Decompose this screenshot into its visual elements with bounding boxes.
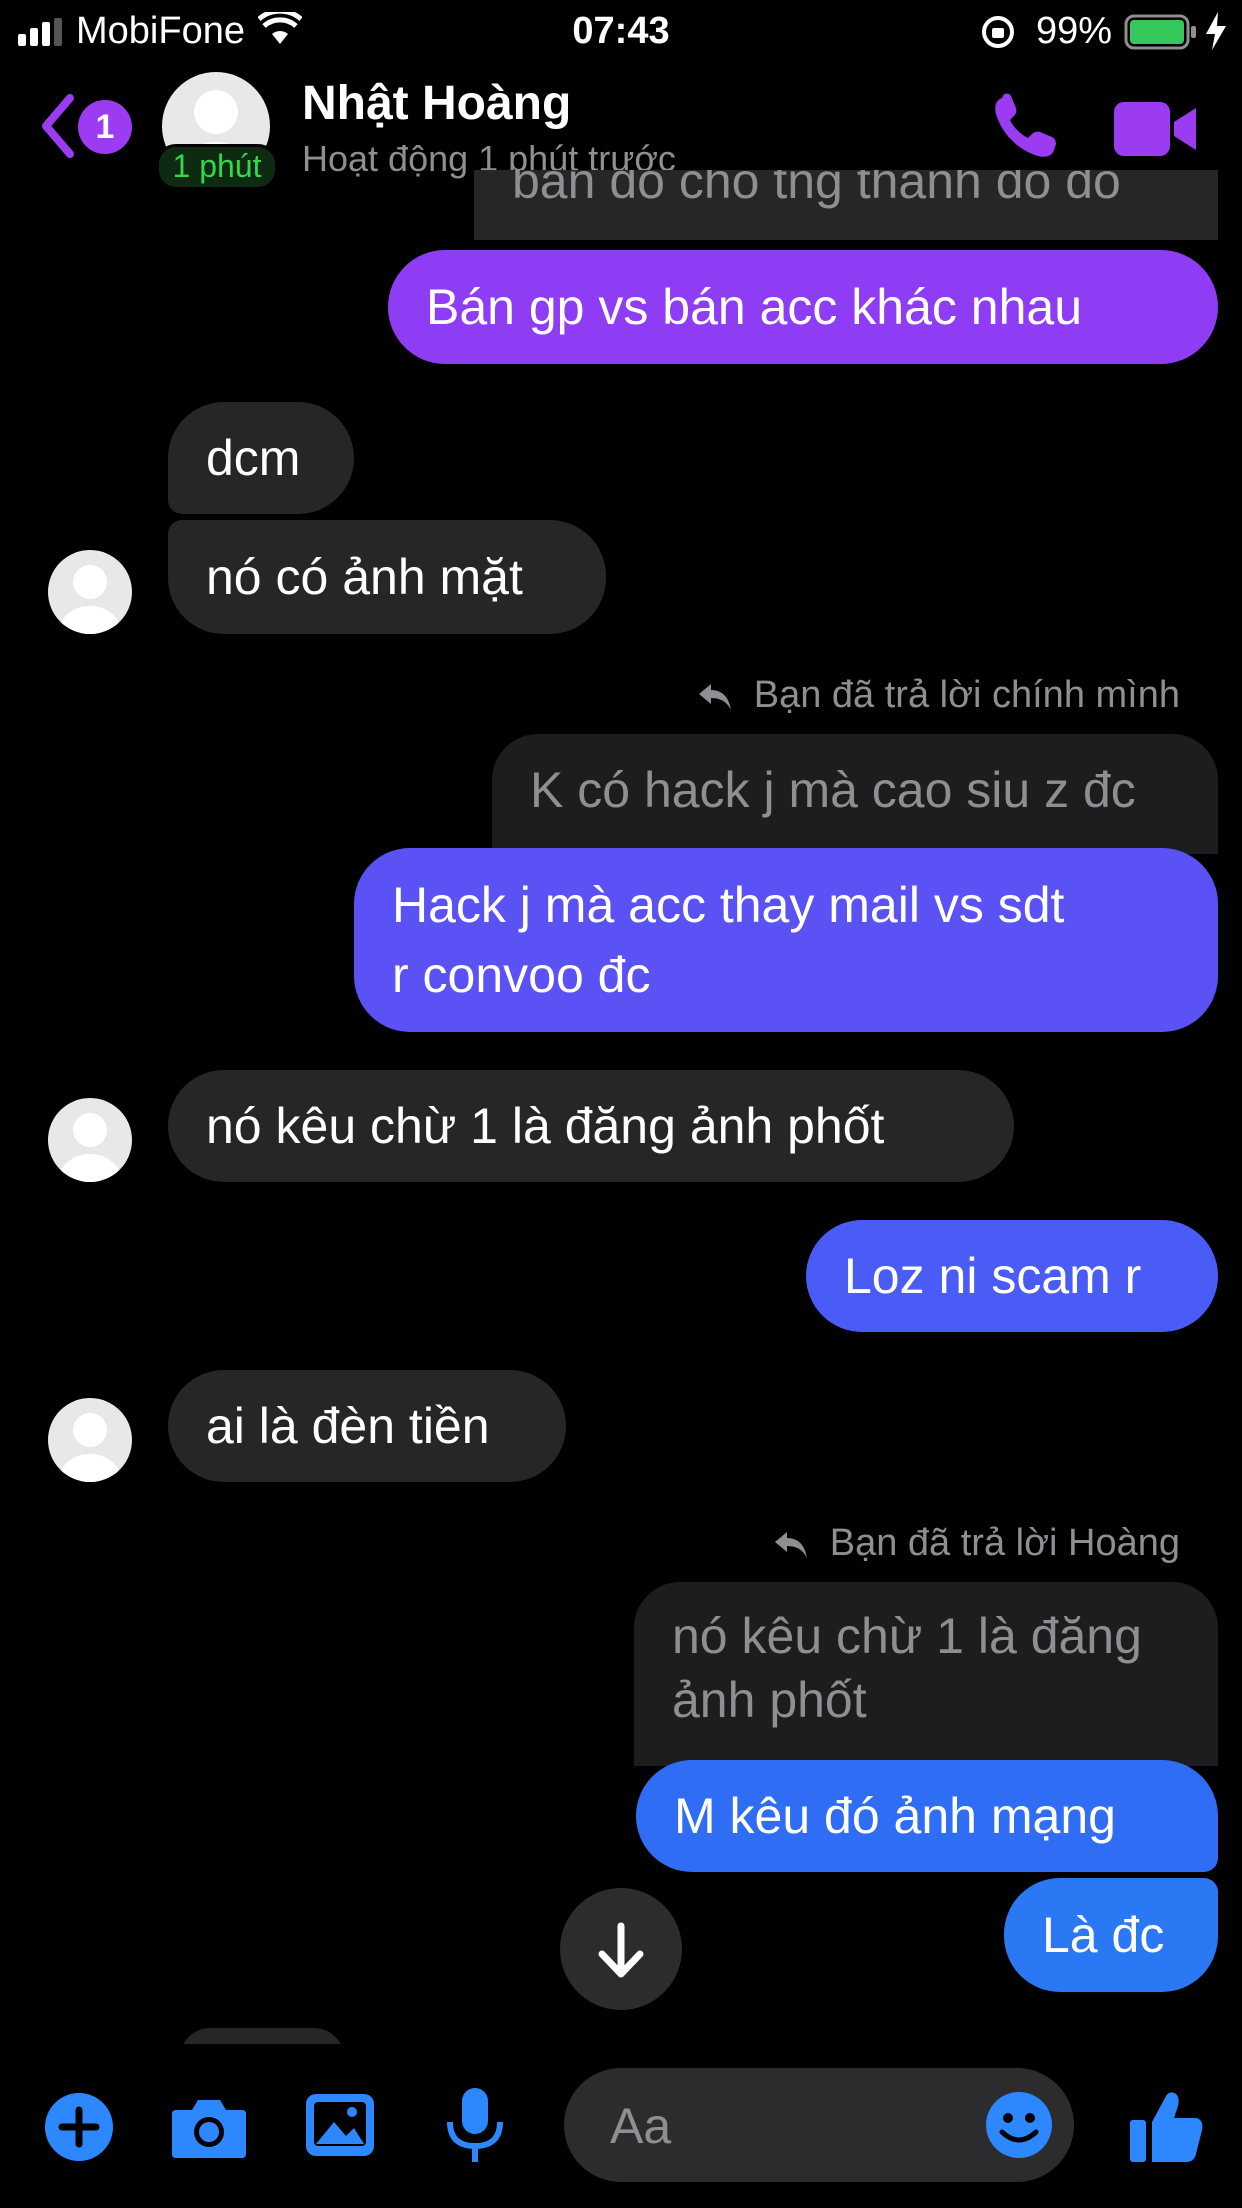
message-incoming[interactable]: dcm bbox=[168, 402, 354, 514]
battery-icon bbox=[1124, 14, 1196, 50]
charging-icon bbox=[1206, 12, 1226, 50]
message-outgoing[interactable]: Loz ni scam r bbox=[806, 1220, 1218, 1332]
video-camera-icon[interactable] bbox=[1114, 102, 1198, 156]
sender-avatar[interactable] bbox=[48, 1398, 132, 1482]
contact-name[interactable]: Nhật Hoàng bbox=[302, 76, 571, 131]
message-input[interactable] bbox=[564, 2068, 1074, 2182]
message-text: bán đồ cho tng thành đồ đó bbox=[512, 170, 1121, 209]
reply-arrow-icon bbox=[775, 1531, 808, 1558]
gallery-icon[interactable] bbox=[304, 2092, 376, 2158]
message-text: Bán gp vs bán acc khác nhau bbox=[426, 279, 1083, 335]
orientation-lock-icon bbox=[982, 16, 1014, 48]
microphone-icon[interactable] bbox=[442, 2086, 508, 2166]
message-text: nó kêu chừ 1 là đăng ảnh phốt bbox=[206, 1098, 885, 1154]
message-text: M kêu đó ảnh mạng bbox=[674, 1788, 1116, 1844]
message-text: ai là đèn tiền bbox=[206, 1398, 490, 1454]
message-text: nó có ảnh mặt bbox=[206, 549, 523, 605]
message-incoming[interactable]: ai là đèn tiền bbox=[168, 1370, 566, 1482]
message-text: dcm bbox=[206, 430, 301, 486]
back-chevron-icon[interactable] bbox=[38, 94, 78, 158]
sender-avatar[interactable] bbox=[48, 550, 132, 634]
message-text-field[interactable] bbox=[608, 2090, 972, 2162]
message-outgoing[interactable]: Hack j mà acc thay mail vs sdt r convoo … bbox=[354, 848, 1218, 1032]
active-time-badge: 1 phút bbox=[156, 144, 278, 190]
sender-avatar[interactable] bbox=[48, 1098, 132, 1182]
message-text-line: r convoo đc bbox=[392, 947, 651, 1003]
battery-percent: 99% bbox=[1036, 10, 1113, 52]
quoted-text: K có hack j mà cao siu z đc bbox=[530, 762, 1136, 818]
message-bubble-partial: bán đồ cho tng thành đồ đó bbox=[474, 170, 1218, 240]
message-text: Là đc bbox=[1042, 1907, 1165, 1963]
reply-note-text: Bạn đã trả lời Hoàng bbox=[829, 1522, 1180, 1564]
phone-icon[interactable] bbox=[990, 92, 1060, 162]
reply-note: Bạn đã trả lời Hoàng bbox=[773, 1522, 1180, 1565]
thumbs-up-icon[interactable] bbox=[1128, 2088, 1204, 2164]
reply-arrow-icon bbox=[699, 683, 732, 710]
message-incoming[interactable]: nó có ảnh mặt bbox=[168, 520, 606, 634]
status-bar: MobiFone 07:43 99% bbox=[0, 0, 1242, 62]
emoji-icon[interactable] bbox=[984, 2090, 1054, 2160]
quoted-message[interactable]: K có hack j mà cao siu z đc bbox=[492, 734, 1218, 854]
message-text-line: Hack j mà acc thay mail vs sdt bbox=[392, 877, 1065, 933]
quoted-text-line: nó kêu chừ 1 là đăng bbox=[672, 1608, 1142, 1664]
scroll-to-bottom-button[interactable] bbox=[560, 1888, 682, 2010]
message-text: Loz ni scam r bbox=[844, 1248, 1142, 1304]
camera-icon[interactable] bbox=[170, 2094, 248, 2160]
reply-note-text: Bạn đã trả lời chính mình bbox=[753, 674, 1180, 716]
reply-note: Bạn đã trả lời chính mình bbox=[697, 674, 1180, 717]
quoted-text-line: ảnh phốt bbox=[672, 1672, 867, 1728]
message-incoming[interactable]: nó kêu chừ 1 là đăng ảnh phốt bbox=[168, 1070, 1014, 1182]
message-outgoing[interactable]: Bán gp vs bán acc khác nhau bbox=[388, 250, 1218, 364]
message-outgoing[interactable]: Là đc bbox=[1004, 1878, 1218, 1992]
unread-badge: 1 bbox=[78, 100, 132, 154]
plus-icon[interactable] bbox=[44, 2092, 114, 2162]
scroll-down-icon bbox=[598, 1922, 644, 1978]
quoted-message[interactable]: nó kêu chừ 1 là đăng ảnh phốt bbox=[634, 1582, 1218, 1766]
message-outgoing[interactable]: M kêu đó ảnh mạng bbox=[636, 1760, 1218, 1872]
